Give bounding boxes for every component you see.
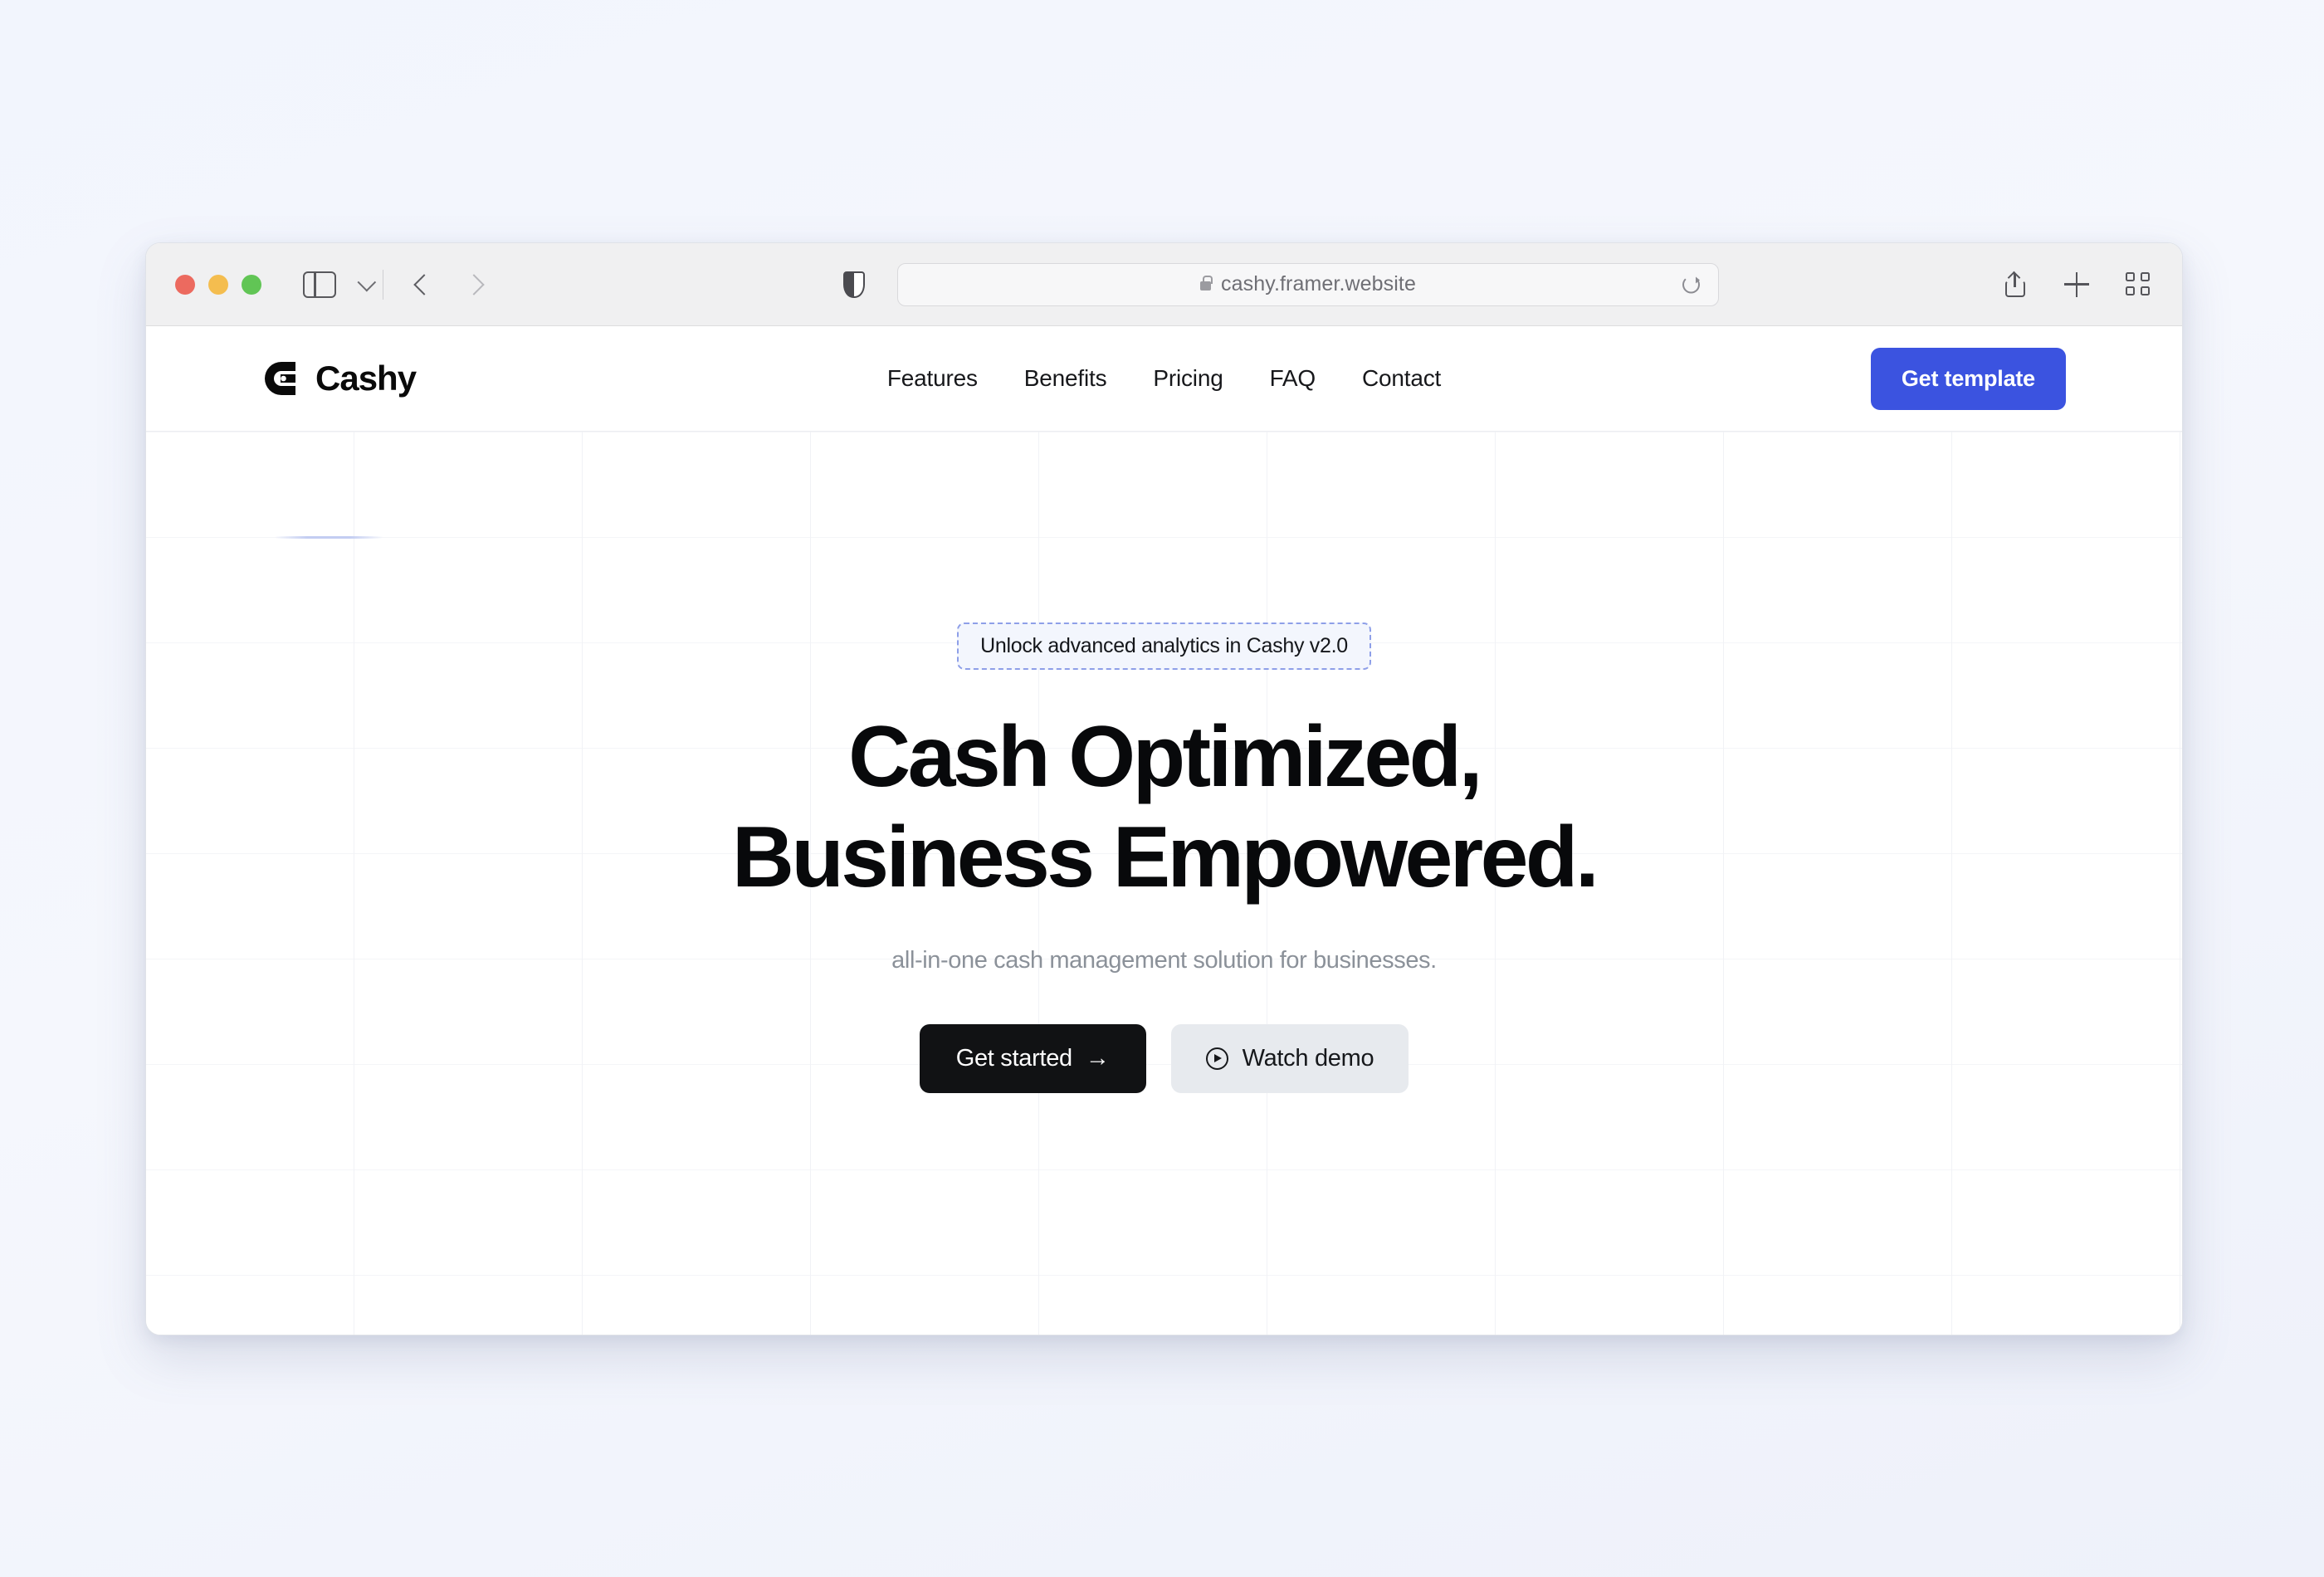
window-controls <box>175 274 261 295</box>
watch-demo-button[interactable]: Watch demo <box>1170 1024 1409 1094</box>
hero-section: Unlock advanced analytics in Cashy v2.0 … <box>146 432 2182 1335</box>
brand-name: Cashy <box>315 359 417 398</box>
browser-toolbar: cashy.framer.website <box>146 243 2182 326</box>
grid-icon[interactable] <box>2126 271 2151 297</box>
browser-window: cashy.framer.website Cashy Features Bene… <box>145 242 2183 1335</box>
close-window-button[interactable] <box>175 274 195 295</box>
address-bar[interactable]: cashy.framer.website <box>897 262 1719 306</box>
nav-link-pricing[interactable]: Pricing <box>1153 365 1223 392</box>
page-title: Cash Optimized, Business Empowered. <box>731 707 1599 907</box>
hero-subtitle: all-in-one cash management solution for … <box>891 947 1437 974</box>
headline-line-2: Business Empowered. <box>731 808 1599 906</box>
toolbar-actions <box>2003 271 2151 297</box>
watch-demo-label: Watch demo <box>1242 1045 1374 1072</box>
hero-cta-row: Get started → Watch demo <box>919 1024 1409 1094</box>
maximize-window-button[interactable] <box>242 274 261 295</box>
cashy-logo-icon <box>262 359 300 398</box>
nav-link-contact[interactable]: Contact <box>1362 365 1441 392</box>
brand[interactable]: Cashy <box>262 359 417 398</box>
nav-link-benefits[interactable]: Benefits <box>1024 365 1107 392</box>
back-button[interactable] <box>413 273 435 295</box>
share-icon[interactable] <box>2003 271 2028 297</box>
site-header: Cashy Features Benefits Pricing FAQ Cont… <box>146 326 2182 432</box>
chevron-down-icon[interactable] <box>357 272 377 291</box>
arrow-right-icon: → <box>1085 1045 1110 1072</box>
reload-icon[interactable] <box>1682 276 1700 293</box>
minimize-window-button[interactable] <box>208 274 228 295</box>
sidebar-toggle-icon[interactable] <box>303 271 336 298</box>
nav-link-features[interactable]: Features <box>887 365 978 392</box>
page-content: Cashy Features Benefits Pricing FAQ Cont… <box>146 326 2182 1335</box>
plus-icon[interactable] <box>2064 271 2089 297</box>
forward-button <box>463 273 485 295</box>
get-template-button[interactable]: Get template <box>1870 347 2066 410</box>
play-circle-icon <box>1205 1047 1228 1071</box>
headline-line-1: Cash Optimized, <box>848 709 1482 805</box>
get-started-button[interactable]: Get started → <box>919 1024 1146 1094</box>
navigation-arrows <box>413 273 485 295</box>
nav-link-faq[interactable]: FAQ <box>1270 365 1316 392</box>
announcement-badge[interactable]: Unlock advanced analytics in Cashy v2.0 <box>957 622 1371 670</box>
shield-icon <box>843 271 865 298</box>
url-text: cashy.framer.website <box>1221 272 1416 295</box>
lock-icon <box>1200 276 1213 290</box>
main-navigation: Features Benefits Pricing FAQ Contact <box>887 365 1441 392</box>
get-started-label: Get started <box>955 1045 1072 1072</box>
